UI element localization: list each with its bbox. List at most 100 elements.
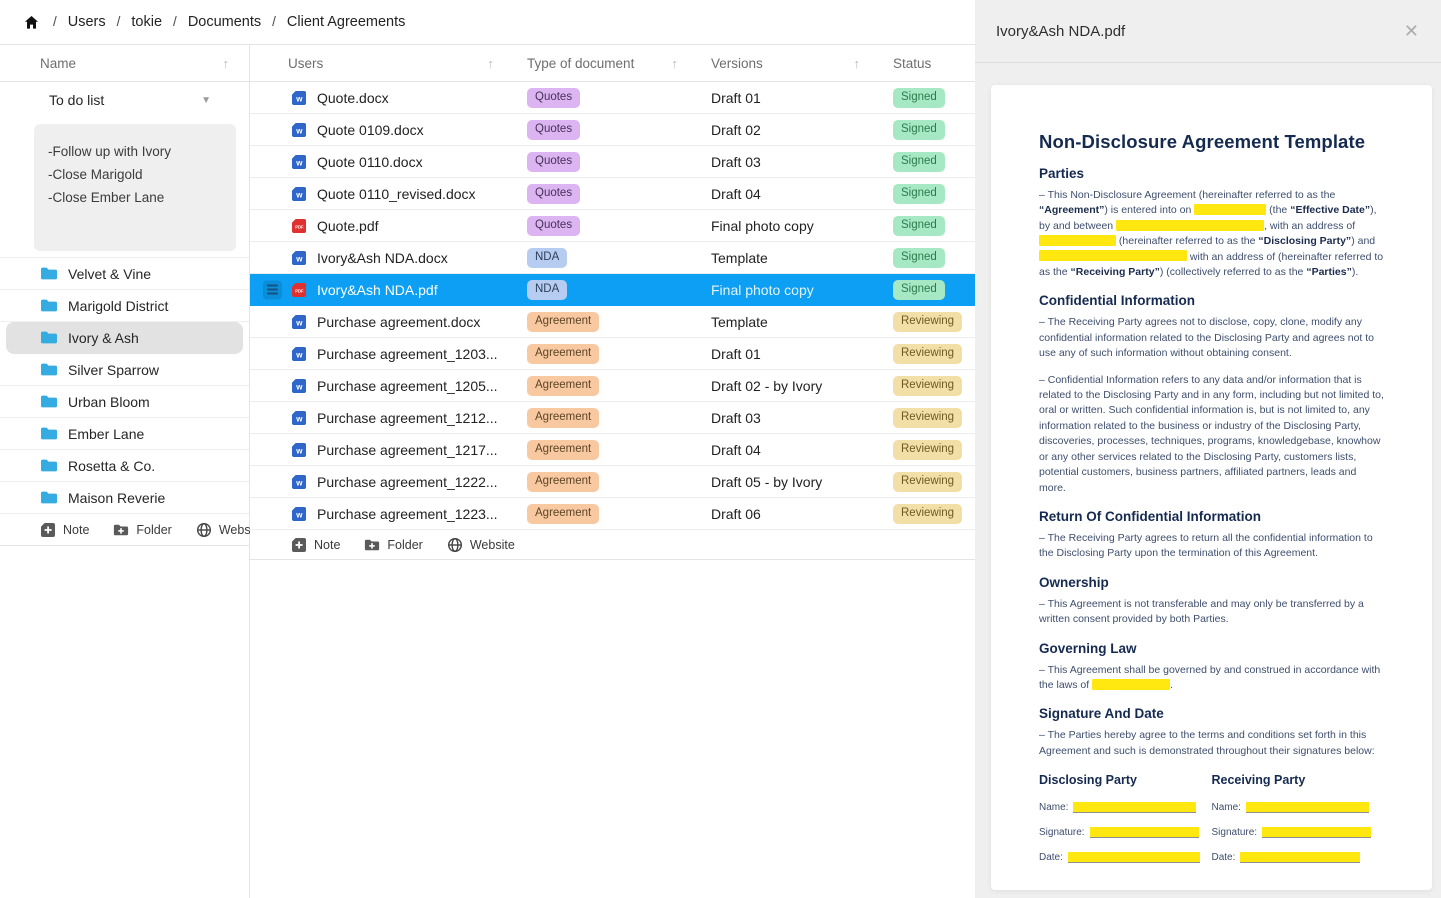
word-file-icon: w: [291, 154, 307, 170]
highlight-blank: [1039, 250, 1187, 261]
folder-label: Silver Sparrow: [68, 362, 159, 378]
status-cell: Signed: [893, 279, 975, 300]
file-name: Purchase agreement_1212...: [317, 410, 498, 426]
file-name: Ivory&Ash NDA.pdf: [317, 282, 438, 298]
file-name: Purchase agreement_1217...: [317, 442, 498, 458]
note-button[interactable]: Note: [40, 522, 89, 538]
sidebar-folder-item[interactable]: Urban Bloom: [0, 386, 249, 418]
website-button[interactable]: Website: [447, 537, 515, 553]
type-cell: Agreement: [527, 503, 711, 524]
file-name-cell: w Purchase agreement_1212...: [250, 410, 527, 426]
version-cell: Draft 03: [711, 410, 893, 426]
todo-list-label: To do list: [49, 92, 104, 108]
breadcrumb-item[interactable]: Client Agreements: [287, 14, 405, 30]
arrow-up-icon[interactable]: ↑: [488, 56, 495, 71]
sidebar-folder-item[interactable]: Silver Sparrow: [0, 354, 249, 386]
folder-icon: [40, 362, 58, 377]
sidebar-folder-item[interactable]: Marigold District: [0, 290, 249, 322]
folder-button[interactable]: Folder: [364, 538, 422, 552]
svg-text:w: w: [295, 94, 303, 103]
document-section-heading: Return Of Confidential Information: [1039, 509, 1384, 524]
svg-text:w: w: [295, 350, 303, 359]
table-row[interactable]: PDFQuote.pdfQuotesFinal photo copySigned: [250, 210, 975, 242]
breadcrumb-item[interactable]: tokie: [131, 14, 162, 30]
highlight-blank: [1116, 220, 1264, 231]
breadcrumb-item[interactable]: Users: [68, 14, 106, 30]
breadcrumb-separator: /: [53, 14, 57, 29]
table-row[interactable]: PDFIvory&Ash NDA.pdfNDAFinal photo copyS…: [250, 274, 975, 306]
signature-party-title: Disclosing Party: [1039, 773, 1212, 787]
word-file-icon: w: [291, 346, 307, 362]
folder-label: Ivory & Ash: [68, 330, 139, 346]
table-row[interactable]: wQuote.docxQuotesDraft 01Signed: [250, 82, 975, 114]
table-row[interactable]: wPurchase agreement_1223...AgreementDraf…: [250, 498, 975, 530]
sidebar-folder-item[interactable]: Maison Reverie: [0, 482, 249, 514]
status-cell: Signed: [893, 247, 975, 268]
file-name-cell: wQuote.docx: [250, 90, 527, 106]
table-row[interactable]: wIvory&Ash NDA.docxNDATemplateSigned: [250, 242, 975, 274]
folder-icon: [40, 490, 58, 505]
table-row[interactable]: wPurchase agreement_1212...AgreementDraf…: [250, 402, 975, 434]
status-badge: Signed: [893, 88, 945, 108]
sidebar-folder-item[interactable]: Ivory & Ash: [6, 322, 243, 354]
signature-column: Receiving PartyName:Signature:Date:: [1212, 773, 1385, 877]
status-cell: Reviewing: [893, 343, 975, 364]
type-badge: Quotes: [527, 120, 580, 140]
sidebar-item-todo-list[interactable]: To do list ▼: [0, 82, 249, 118]
table-row[interactable]: wPurchase agreement_1203...AgreementDraf…: [250, 338, 975, 370]
word-file-icon: w: [291, 410, 307, 426]
file-name: Quote 0109.docx: [317, 122, 424, 138]
action-label: Note: [63, 523, 89, 537]
table-row[interactable]: wQuote 0109.docxQuotesDraft 02Signed: [250, 114, 975, 146]
signature-field-label: Signature:: [1212, 827, 1258, 838]
signature-blank: [1068, 852, 1200, 863]
document-section-heading: Parties: [1039, 166, 1384, 181]
home-icon[interactable]: [24, 15, 39, 30]
chevron-down-icon[interactable]: ▼: [201, 95, 211, 106]
svg-text:w: w: [295, 382, 303, 391]
file-name: Purchase agreement_1223...: [317, 506, 498, 522]
signature-field-label: Date:: [1039, 852, 1063, 863]
arrow-up-icon[interactable]: ↑: [672, 56, 679, 71]
signature-field-label: Name:: [1039, 802, 1068, 813]
table-row[interactable]: wQuote 0110.docxQuotesDraft 03Signed: [250, 146, 975, 178]
add-folder-icon: [113, 523, 129, 537]
status-badge: Signed: [893, 280, 945, 300]
arrow-up-icon[interactable]: ↑: [854, 56, 861, 71]
sidebar: Name ↑ To do list ▼ -Follow up with Ivor…: [0, 45, 250, 898]
arrow-up-icon[interactable]: ↑: [223, 56, 230, 71]
close-icon[interactable]: ✕: [1404, 22, 1419, 40]
note-button[interactable]: Note: [291, 537, 340, 553]
sidebar-folder-item[interactable]: Rosetta & Co.: [0, 450, 249, 482]
breadcrumb-item[interactable]: Documents: [188, 14, 261, 30]
sidebar-folder-item[interactable]: Ember Lane: [0, 418, 249, 450]
signature-field: Date:: [1039, 852, 1212, 863]
word-file-icon: w: [291, 378, 307, 394]
table-row[interactable]: wQuote 0110_revised.docxQuotesDraft 04Si…: [250, 178, 975, 210]
app-window: /Users/tokie/Documents/Client Agreements…: [0, 0, 1441, 898]
type-cell: Agreement: [527, 439, 711, 460]
file-name: Purchase agreement_1222...: [317, 474, 498, 490]
table-row[interactable]: wPurchase agreement_1222...AgreementDraf…: [250, 466, 975, 498]
type-cell: NDA: [527, 247, 711, 268]
version-cell: Draft 01: [711, 90, 893, 106]
todo-note-preview[interactable]: -Follow up with Ivory-Close Marigold-Clo…: [34, 124, 236, 251]
svg-text:w: w: [295, 254, 303, 263]
document-paragraph: – The Receiving Party agrees to return a…: [1039, 531, 1384, 562]
table-row[interactable]: wPurchase agreement_1205...AgreementDraf…: [250, 370, 975, 402]
action-label: Website: [470, 538, 515, 552]
table-row[interactable]: wPurchase agreement_1217...AgreementDraf…: [250, 434, 975, 466]
drag-handle-icon[interactable]: [263, 280, 282, 299]
version-cell: Draft 06: [711, 506, 893, 522]
sidebar-folder-item[interactable]: Velvet & Vine: [0, 258, 249, 290]
folder-button[interactable]: Folder: [113, 523, 171, 537]
svg-text:w: w: [295, 414, 303, 423]
table-row[interactable]: wPurchase agreement.docxAgreementTemplat…: [250, 306, 975, 338]
signature-column: Disclosing PartyName:Signature:Date:: [1039, 773, 1212, 877]
version-cell: Draft 03: [711, 154, 893, 170]
folder-label: Velvet & Vine: [68, 266, 151, 282]
file-name-cell: wQuote 0110_revised.docx: [250, 186, 527, 202]
add-note-icon: [40, 522, 56, 538]
file-name-cell: wPurchase agreement_1203...: [250, 346, 527, 362]
status-badge: Signed: [893, 120, 945, 140]
